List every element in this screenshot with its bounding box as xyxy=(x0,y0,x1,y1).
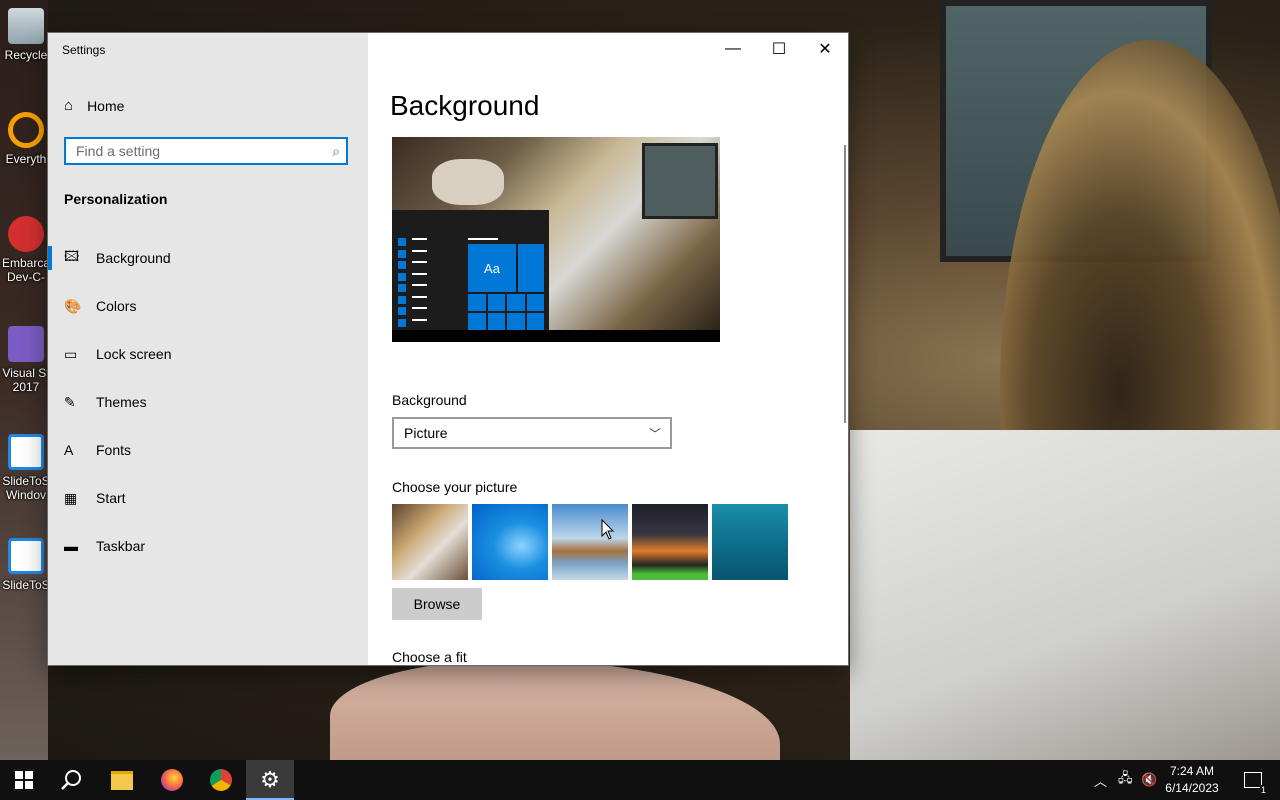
fonts-icon: A xyxy=(64,442,74,458)
search-icon xyxy=(61,770,81,790)
desktop-icon-everything[interactable]: Everyth xyxy=(0,112,52,166)
search-box[interactable]: ⌕ xyxy=(64,137,348,165)
image-icon: 🖾 xyxy=(64,248,80,264)
taskbar-icon: ▬ xyxy=(64,538,78,554)
folder-icon xyxy=(111,770,133,790)
taskbar-search-button[interactable] xyxy=(48,760,96,800)
sidebar-item-label: Lock screen xyxy=(96,346,172,362)
maximize-button[interactable]: ☐ xyxy=(756,33,802,65)
desktop-wallpaper-wall xyxy=(850,430,1280,760)
mouse-cursor-icon xyxy=(601,519,615,540)
windows-logo-icon xyxy=(15,771,33,789)
notification-icon: 1 xyxy=(1244,772,1267,795)
settings-main-pane: — ☐ ✕ Background Aa Background Picture ﹀… xyxy=(368,33,848,665)
taskbar: ⚙ ︿ 🖧 🔇 7:24 AM 6/14/2023 1 xyxy=(0,760,1280,800)
sidebar-nav: 🖾 Background 🎨 Colors ▭ Lock screen ✎ Th… xyxy=(48,234,368,570)
taskbar-file-explorer[interactable] xyxy=(98,760,146,800)
gear-icon: ⚙ xyxy=(260,767,280,792)
network-icon[interactable]: 🖧 xyxy=(1118,760,1133,800)
firefox-icon xyxy=(161,769,183,791)
taskbar-chrome[interactable] xyxy=(197,760,245,800)
sidebar-item-label: Start xyxy=(96,490,126,506)
visual-studio-icon xyxy=(8,326,44,362)
preview-tile-side xyxy=(518,244,544,292)
sidebar-item-label: Background xyxy=(96,250,171,266)
sidebar-item-label: Themes xyxy=(96,394,147,410)
picture-thumbnail-1[interactable] xyxy=(392,504,468,580)
slidetoshutdown-icon xyxy=(8,538,44,574)
sidebar-item-lock-screen[interactable]: ▭ Lock screen xyxy=(48,330,368,378)
background-dropdown[interactable]: Picture ﹀ xyxy=(392,417,672,449)
background-dropdown-value: Picture xyxy=(404,425,448,441)
chevron-down-icon: ﹀ xyxy=(648,426,661,441)
sidebar-item-label: Colors xyxy=(96,298,137,314)
browse-button[interactable]: Browse xyxy=(392,588,482,620)
section-title: Personalization xyxy=(64,191,168,207)
desktop-icon-recycle-bin[interactable]: Recycle xyxy=(0,8,52,62)
preview-cat xyxy=(432,159,504,205)
picture-thumbnail-4[interactable] xyxy=(632,504,708,580)
preview-app-list-lines xyxy=(412,238,427,330)
palette-icon: 🎨 xyxy=(64,297,82,314)
notification-count: 1 xyxy=(1259,785,1267,795)
preview-app-list-icons xyxy=(398,238,406,330)
desktop-icon-devcpp[interactable]: Embarca Dev-C- xyxy=(0,216,52,284)
background-label: Background xyxy=(392,392,467,408)
preview-monitor xyxy=(642,143,718,219)
recycle-bin-icon xyxy=(8,8,44,44)
slidetoshutdown-icon xyxy=(8,434,44,470)
search-input[interactable] xyxy=(66,139,326,163)
themes-icon: ✎ xyxy=(64,393,76,410)
desktop-icon-slidetoshutdown-1[interactable]: SlideToS Windov xyxy=(0,434,52,502)
clock-time: 7:24 AM xyxy=(1169,764,1215,778)
settings-sidebar: Settings ⌂ Home ⌕ Personalization 🖾 Back… xyxy=(48,33,368,665)
background-preview: Aa xyxy=(392,137,720,342)
home-icon: ⌂ xyxy=(64,97,74,114)
settings-window: Settings ⌂ Home ⌕ Personalization 🖾 Back… xyxy=(48,33,848,665)
devcpp-icon xyxy=(8,216,44,252)
desktop-icon-slidetoshutdown-2[interactable]: SlideToS xyxy=(0,538,52,592)
picture-thumbnail-2[interactable] xyxy=(472,504,548,580)
taskbar-clock[interactable]: 7:24 AM 6/14/2023 xyxy=(1152,763,1232,797)
preview-taskbar xyxy=(392,330,720,342)
home-label: Home xyxy=(87,97,125,114)
desktop-icon-visual-studio[interactable]: Visual St 2017 xyxy=(0,326,52,394)
action-center-button[interactable]: 1 xyxy=(1238,760,1268,800)
sidebar-item-background[interactable]: 🖾 Background xyxy=(48,234,368,282)
close-button[interactable]: ✕ xyxy=(802,33,848,65)
minimize-button[interactable]: — xyxy=(710,33,756,65)
preview-tile-aa: Aa xyxy=(468,244,516,292)
start-icon: ▦ xyxy=(64,489,78,506)
caption-buttons: — ☐ ✕ xyxy=(710,33,848,65)
sidebar-home[interactable]: ⌂ Home xyxy=(64,97,124,114)
sidebar-item-label: Fonts xyxy=(96,442,132,458)
taskbar-settings[interactable]: ⚙ xyxy=(246,760,294,800)
picture-thumbnail-5[interactable] xyxy=(712,504,788,580)
preview-tiles-header xyxy=(468,238,498,240)
sidebar-item-label: Taskbar xyxy=(96,538,146,554)
choose-fit-label: Choose a fit xyxy=(392,649,467,665)
chrome-icon xyxy=(210,769,232,791)
scrollbar[interactable] xyxy=(844,145,846,423)
sidebar-item-themes[interactable]: ✎ Themes xyxy=(48,378,368,426)
picture-thumbnail-3[interactable] xyxy=(552,504,628,580)
search-icon: ⌕ xyxy=(332,143,340,159)
preview-start-menu: Aa xyxy=(392,210,549,330)
sidebar-item-fonts[interactable]: A Fonts xyxy=(48,426,368,474)
window-title: Settings xyxy=(62,43,106,57)
preview-small-tiles xyxy=(468,294,544,330)
picture-thumbnails xyxy=(392,504,788,580)
page-title: Background xyxy=(390,90,540,121)
start-button[interactable] xyxy=(0,760,48,800)
search-magnifier-icon xyxy=(8,112,44,148)
clock-date: 6/14/2023 xyxy=(1165,781,1219,795)
sidebar-item-colors[interactable]: 🎨 Colors xyxy=(48,282,368,330)
sidebar-item-start[interactable]: ▦ Start xyxy=(48,474,368,522)
choose-picture-label: Choose your picture xyxy=(392,479,518,495)
tray-chevron-up-icon[interactable]: ︿ xyxy=(1094,760,1107,800)
taskbar-firefox[interactable] xyxy=(148,760,196,800)
sidebar-item-taskbar[interactable]: ▬ Taskbar xyxy=(48,522,368,570)
lock-screen-icon: ▭ xyxy=(64,345,78,362)
